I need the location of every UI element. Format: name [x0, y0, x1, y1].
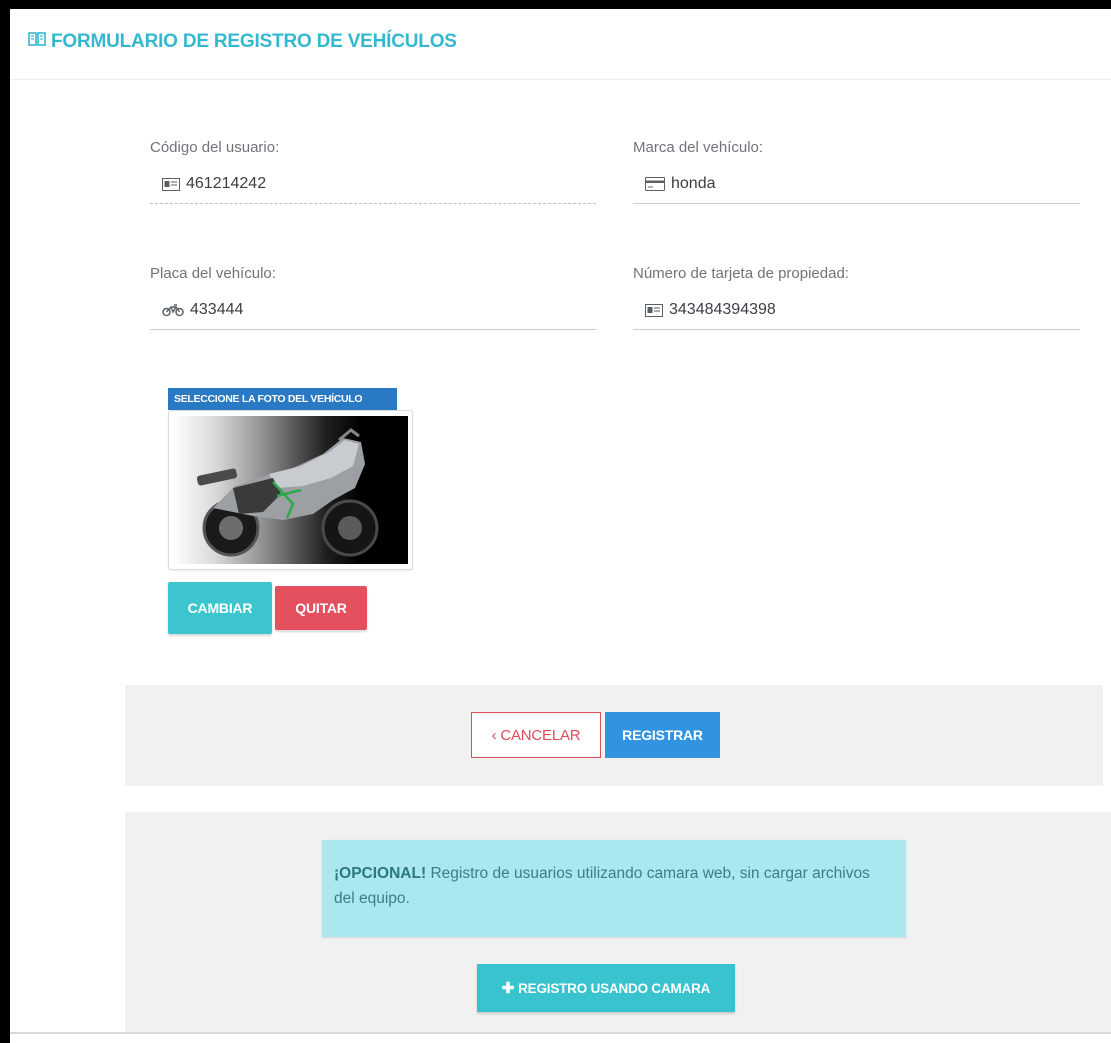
credit-card-icon — [645, 177, 665, 191]
codigo-usuario-input[interactable]: 461214242 — [162, 175, 266, 193]
codigo-usuario-label: Código del usuario: — [150, 139, 280, 156]
plus-icon: ✚ — [501, 980, 515, 997]
id-card-icon — [645, 303, 663, 317]
tarjeta-propiedad-input[interactable]: 343484394398 — [645, 301, 776, 319]
placa-vehiculo-field[interactable]: Placa del vehículo: 433444 — [150, 265, 596, 335]
marca-vehiculo-input[interactable]: honda — [645, 175, 716, 193]
bottom-divider — [10, 1032, 1111, 1034]
codigo-usuario-underline — [150, 203, 596, 204]
tarjeta-propiedad-label: Número de tarjeta de propiedad: — [633, 265, 849, 282]
marca-vehiculo-field[interactable]: Marca del vehículo: honda — [633, 139, 1080, 209]
change-photo-button[interactable]: CAMBIAR — [168, 582, 272, 634]
tarjeta-propiedad-field[interactable]: Número de tarjeta de propiedad: 34348439… — [633, 265, 1080, 335]
optional-alert: ¡OPCIONAL! Registro de usuarios utilizan… — [322, 840, 906, 937]
cancel-button[interactable]: ‹ CANCELAR — [471, 712, 601, 758]
photo-select-label: SELECCIONE LA FOTO DEL VEHÍCULO — [168, 388, 397, 410]
placa-vehiculo-label: Placa del vehículo: — [150, 265, 276, 282]
camera-register-label: REGISTRO USANDO CAMARA — [518, 980, 711, 996]
optional-alert-strong: ¡OPCIONAL! — [334, 865, 427, 882]
marca-vehiculo-value: honda — [671, 175, 716, 192]
id-card-icon — [162, 177, 180, 191]
book-icon — [28, 31, 51, 53]
marca-vehiculo-underline — [633, 203, 1080, 204]
tarjeta-propiedad-value: 343484394398 — [669, 301, 776, 318]
register-button[interactable]: REGISTRAR — [605, 712, 720, 758]
motorcycle-icon — [162, 303, 184, 317]
form-header: FORMULARIO DE REGISTRO DE VEHÍCULOS — [10, 9, 1111, 80]
camera-register-button[interactable]: ✚ REGISTRO USANDO CAMARA — [477, 964, 735, 1012]
marca-vehiculo-label: Marca del vehículo: — [633, 139, 764, 156]
remove-photo-button[interactable]: QUITAR — [275, 586, 367, 630]
placa-vehiculo-input[interactable]: 433444 — [162, 301, 243, 319]
tarjeta-propiedad-underline — [633, 329, 1080, 330]
placa-vehiculo-underline — [150, 329, 596, 330]
page-title: FORMULARIO DE REGISTRO DE VEHÍCULOS — [28, 31, 457, 53]
codigo-usuario-field[interactable]: Código del usuario: 461214242 — [150, 139, 596, 209]
registration-form: FORMULARIO DE REGISTRO DE VEHÍCULOS Códi… — [10, 9, 1111, 1043]
placa-vehiculo-value: 433444 — [190, 301, 244, 318]
vehicle-photo — [173, 416, 408, 564]
photo-frame[interactable] — [168, 410, 413, 570]
codigo-usuario-value: 461214242 — [186, 175, 267, 192]
page-title-text: FORMULARIO DE REGISTRO DE VEHÍCULOS — [51, 31, 457, 52]
